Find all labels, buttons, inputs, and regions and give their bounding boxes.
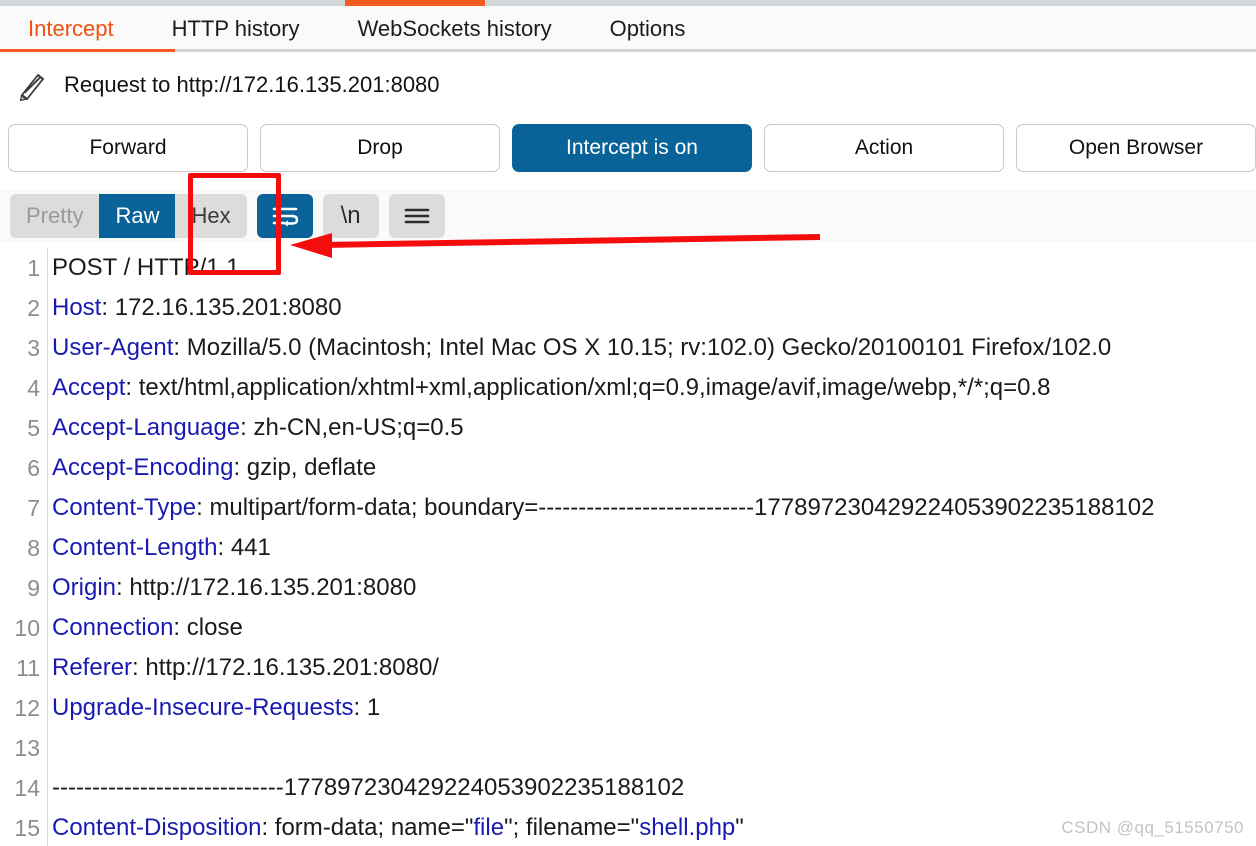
line-number: 12	[14, 695, 40, 721]
code-line: 4 Accept: text/html,application/xhtml+xml…	[0, 368, 1256, 408]
request-target-title: Request to http://172.16.135.201:8080	[64, 72, 440, 97]
request-header-bar: Request to http://172.16.135.201:8080	[0, 56, 1256, 114]
line-number: 7	[27, 495, 40, 521]
header-name: Origin	[52, 574, 117, 601]
header-value: text/html,application/xhtml+xml,applicat…	[138, 374, 1051, 401]
disposition-pre: form-data; name="	[268, 814, 474, 841]
code-line: 3 User-Agent: Mozilla/5.0 (Macintosh; Int…	[0, 328, 1256, 368]
code-line: 10 Connection: close	[0, 608, 1256, 648]
view-mode-raw[interactable]: Raw	[99, 194, 176, 238]
tab-websockets-history[interactable]: WebSockets history	[358, 6, 552, 51]
code-line: 6 Accept-Encoding: gzip, deflate	[0, 448, 1256, 488]
code-line: 14 -----------------------------177897230…	[0, 768, 1256, 808]
header-name: Accept-Encoding	[52, 454, 234, 481]
code-line: 11 Referer: http://172.16.135.201:8080/	[0, 648, 1256, 688]
line-number: 2	[27, 295, 40, 321]
burp-suite-proxy-window: Intercept HTTP history WebSockets histor…	[0, 0, 1256, 846]
view-mode-segmented-control: Pretty Raw Hex	[10, 194, 247, 238]
line-number: 11	[16, 655, 40, 681]
disposition-post: "	[735, 814, 744, 841]
disposition-filename: shell.php	[639, 814, 736, 841]
header-value: http://172.16.135.201:8080/	[145, 654, 439, 681]
tab-http-history[interactable]: HTTP history	[172, 6, 300, 51]
line-number: 9	[27, 575, 40, 601]
header-value: http://172.16.135.201:8080	[129, 574, 417, 601]
code-line: 7 Content-Type: multipart/form-data; boun…	[0, 488, 1256, 528]
intercept-action-buttons: Forward Drop Intercept is on Action Open…	[0, 120, 1256, 178]
action-button[interactable]: Action	[764, 124, 1004, 172]
header-value: 172.16.135.201:8080	[114, 294, 342, 321]
tab-intercept[interactable]: Intercept	[28, 6, 114, 51]
tab-bar-underline	[0, 49, 1256, 52]
open-browser-button[interactable]: Open Browser	[1016, 124, 1256, 172]
header-name: Content-Disposition	[52, 814, 262, 841]
code-line: 12 Upgrade-Insecure-Requests: 1	[0, 688, 1256, 728]
newline-icon[interactable]: \n	[322, 194, 379, 238]
header-value: gzip, deflate	[246, 454, 377, 481]
header-name: Accept-Language	[52, 414, 241, 441]
watermark: CSDN @qq_51550750	[1061, 818, 1244, 837]
code-line: 5 Accept-Language: zh-CN,en-US;q=0.5	[0, 408, 1256, 448]
line-number: 13	[14, 735, 40, 761]
line-number: 14	[14, 775, 40, 801]
line-number: 1	[27, 255, 40, 281]
line-number: 8	[27, 535, 40, 561]
header-value: close	[186, 614, 243, 641]
line-number: 6	[27, 455, 40, 481]
view-mode-pretty[interactable]: Pretty	[10, 194, 100, 238]
code-line: 1 POST / HTTP/1.1	[0, 248, 1256, 288]
line-text: POST / HTTP/1.1	[52, 254, 240, 281]
line-text: -----------------------------17789723042…	[52, 774, 685, 801]
header-value: multipart/form-data; boundary=----------…	[209, 494, 1155, 521]
line-number: 5	[27, 415, 40, 441]
code-line: 13	[0, 728, 1256, 768]
line-number: 10	[14, 615, 40, 641]
disposition-field-name: file	[473, 814, 505, 841]
disposition-mid: "; filename="	[504, 814, 640, 841]
code-line: 8 Content-Length: 441	[0, 528, 1256, 568]
line-number: 15	[14, 815, 40, 841]
header-name: Upgrade-Insecure-Requests	[52, 694, 354, 721]
view-mode-hex[interactable]: Hex	[175, 194, 247, 238]
pencil-icon	[14, 68, 48, 102]
proxy-tab-bar: Intercept HTTP history WebSockets histor…	[0, 6, 1256, 51]
header-name: Content-Length	[52, 534, 218, 561]
hamburger-menu-icon[interactable]	[388, 194, 445, 238]
intercept-toggle-button[interactable]: Intercept is on	[512, 124, 752, 172]
header-value: Mozilla/5.0 (Macintosh; Intel Mac OS X 1…	[186, 334, 1112, 361]
header-name: User-Agent	[52, 334, 174, 361]
message-editor-toolbar: Pretty Raw Hex \n	[0, 190, 1256, 242]
tab-options[interactable]: Options	[610, 6, 686, 51]
active-tab-underline	[0, 49, 175, 52]
forward-button[interactable]: Forward	[8, 124, 248, 172]
line-number: 3	[27, 335, 40, 361]
header-name: Referer	[52, 654, 133, 681]
header-value: 441	[230, 534, 271, 561]
header-name: Content-Type	[52, 494, 197, 521]
header-name: Host	[52, 294, 102, 321]
word-wrap-icon[interactable]	[256, 194, 313, 238]
code-line: 2 Host: 172.16.135.201:8080	[0, 288, 1256, 328]
header-value: 1	[366, 694, 381, 721]
header-value: zh-CN,en-US;q=0.5	[253, 414, 464, 441]
header-name: Accept	[52, 374, 126, 401]
drop-button[interactable]: Drop	[260, 124, 500, 172]
line-number: 4	[27, 375, 40, 401]
code-line: 9 Origin: http://172.16.135.201:8080	[0, 568, 1256, 608]
header-name: Connection	[52, 614, 174, 641]
request-body-editor[interactable]: 1 POST / HTTP/1.1 2 Host: 172.16.135.201:8…	[0, 248, 1256, 846]
